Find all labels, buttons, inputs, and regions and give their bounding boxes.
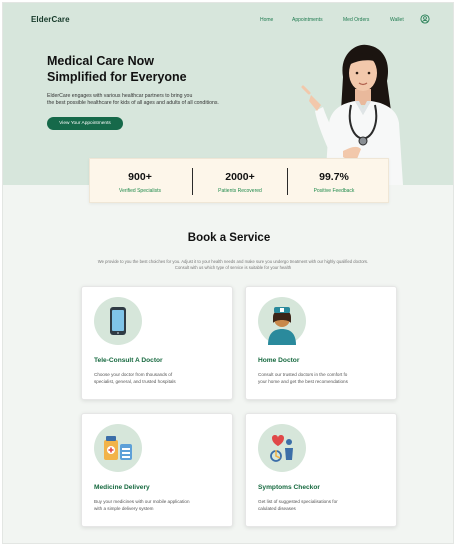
service-card-symptoms-checker[interactable]: Symptoms Checkor Get list of suggested s… [245,413,397,527]
services-description-line2: Consult with us which type of service is… [174,265,292,270]
hero-title-line1: Medical Care Now [47,54,154,68]
card-description-line1: Consult our trusted doctors in the comfo… [258,372,348,377]
stat-feedback: 99.7% Positive Feedback [284,159,384,204]
brand-logo[interactable]: ElderCare [31,15,70,24]
nav-wallet[interactable]: Wallet [390,17,404,23]
hero-title: Medical Care Now Simplified for Everyone [47,53,257,85]
nav-med-orders[interactable]: Med Orders [343,17,369,23]
stat-label: Patients Recovered [218,188,262,194]
card-description-line2: calulated diseases [258,506,296,511]
user-circle-icon[interactable] [420,14,430,24]
nurse-icon [258,297,306,345]
card-description-line2: with a simple delivery system [94,506,154,511]
service-card-medicine-delivery[interactable]: Medicine Delivery Buy your medicines wit… [81,413,233,527]
card-description-line2: your home and get the best recomendation… [258,379,348,384]
view-appointments-button[interactable]: View Your Appointments [47,117,123,130]
stat-value: 2000+ [225,171,255,183]
services-title: Book a Service [187,232,271,244]
stat-patients: 2000+ Patients Recovered [190,159,290,204]
nav-home[interactable]: Home [260,17,273,23]
stat-specialists: 900+ Verified Specialists [90,159,190,204]
card-description: Choose your doctor from thousands of spe… [94,371,226,385]
card-title: Tele-Consult A Doctor [94,357,163,364]
medicine-icon [94,424,142,472]
card-description-line2: specialist, general, and trusted hospita… [94,379,176,384]
phone-icon [94,297,142,345]
card-title: Medicine Delivery [94,484,150,491]
hero-description-line1: ElderCare engages with various healthcar… [47,93,193,99]
stat-value: 900+ [128,171,152,183]
card-description: Get list of suggested specialisations fo… [258,498,390,512]
hero-description-line2: the best possible healthcare for kids of… [47,100,219,106]
stat-label: Verified Specialists [119,188,161,194]
service-card-home-doctor[interactable]: Home Doctor Consult our trusted doctors … [245,286,397,400]
navbar: ElderCare Home Appointments Med Orders W… [3,3,453,35]
card-description: Consult our trusted doctors in the comfo… [258,371,390,385]
stat-value: 99.7% [319,171,349,183]
service-card-tele-consult[interactable]: Tele-Consult A Doctor Choose your doctor… [81,286,233,400]
card-description-line1: Choose your doctor from thousands of [94,372,173,377]
card-description: Buy your medicines with our mobile appli… [94,498,226,512]
nav-appointments[interactable]: Appointments [292,17,323,23]
hero-description: ElderCare engages with various healthcar… [47,93,267,107]
card-description-line1: Get list of suggested specialisations fo… [258,499,338,504]
stats-bar: 900+ Verified Specialists 2000+ Patients… [89,158,389,203]
services-description: We provide to you the best choiches for … [63,259,403,271]
symptoms-icon [258,424,306,472]
stat-label: Positive Feedback [313,188,355,194]
card-title: Home Doctor [258,357,300,364]
hero-title-line2: Simplified for Everyone [47,70,187,84]
card-title: Symptoms Checkor [258,484,320,491]
card-description-line1: Buy your medicines with our mobile appli… [94,499,190,504]
page: ElderCare Home Appointments Med Orders W… [2,2,454,544]
